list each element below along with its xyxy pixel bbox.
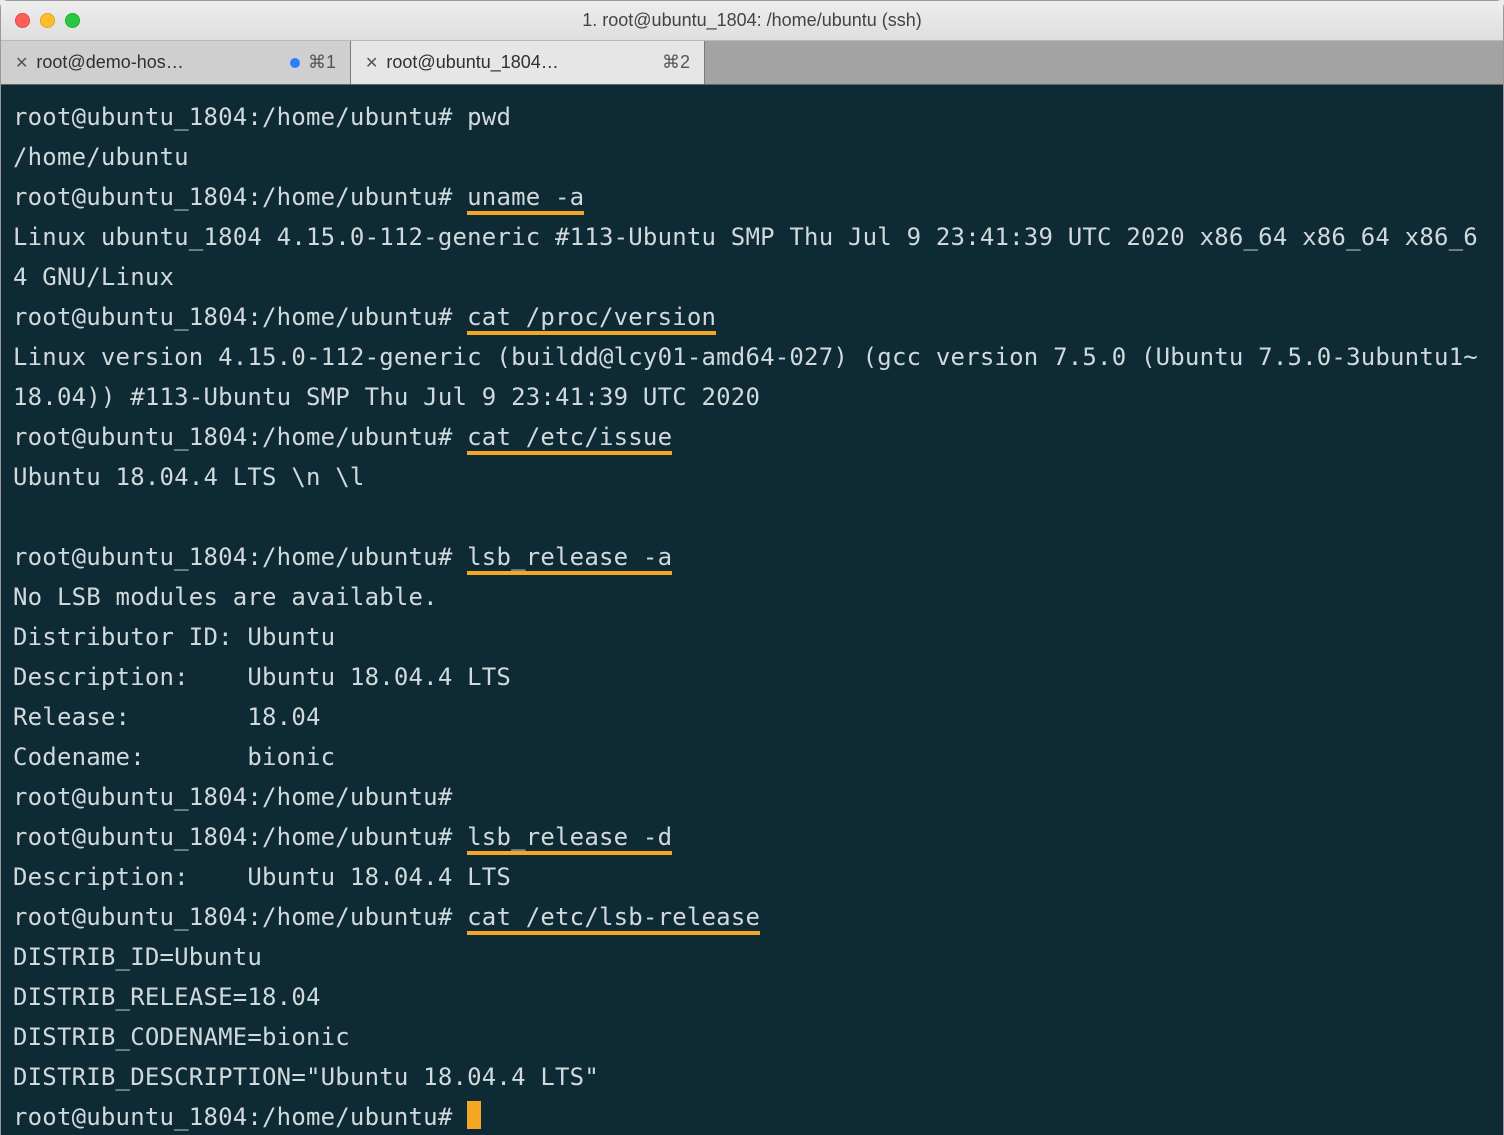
shell-output: DISTRIB_ID=Ubuntu — [13, 937, 1491, 977]
shell-prompt: root@ubuntu_1804:/home/ubuntu# — [13, 103, 467, 131]
terminal-line: root@ubuntu_1804:/home/ubuntu# lsb_relea… — [13, 537, 1491, 577]
shell-output: Distributor ID: Ubuntu — [13, 617, 1491, 657]
terminal-line: root@ubuntu_1804:/home/ubuntu# cat /etc/… — [13, 417, 1491, 457]
shell-output: /home/ubuntu — [13, 137, 1491, 177]
shell-command: uname -a — [467, 183, 584, 215]
minimize-window-icon[interactable] — [40, 13, 55, 28]
shell-output: Description: Ubuntu 18.04.4 LTS — [13, 857, 1491, 897]
shell-prompt: root@ubuntu_1804:/home/ubuntu# — [13, 783, 467, 811]
shell-prompt: root@ubuntu_1804:/home/ubuntu# — [13, 423, 467, 451]
close-tab-icon[interactable]: ✕ — [15, 53, 28, 73]
cursor-icon — [467, 1101, 481, 1129]
terminal-line: root@ubuntu_1804:/home/ubuntu# uname -a — [13, 177, 1491, 217]
zoom-window-icon[interactable] — [65, 13, 80, 28]
tab-session-2[interactable]: ✕ root@ubuntu_1804… ⌘2 — [351, 41, 705, 84]
close-tab-icon[interactable]: ✕ — [365, 53, 378, 73]
terminal-line — [13, 497, 1491, 537]
terminal-line: root@ubuntu_1804:/home/ubuntu# — [13, 1097, 1491, 1135]
shell-output: DISTRIB_DESCRIPTION="Ubuntu 18.04.4 LTS" — [13, 1057, 1491, 1097]
shell-command: cat /etc/lsb-release — [467, 903, 760, 935]
terminal-line: root@ubuntu_1804:/home/ubuntu# cat /proc… — [13, 297, 1491, 337]
activity-dot-icon — [290, 58, 300, 68]
shell-output: Description: Ubuntu 18.04.4 LTS — [13, 657, 1491, 697]
window-titlebar: 1. root@ubuntu_1804: /home/ubuntu (ssh) — [1, 1, 1503, 41]
shell-prompt: root@ubuntu_1804:/home/ubuntu# — [13, 183, 467, 211]
window-title: 1. root@ubuntu_1804: /home/ubuntu (ssh) — [15, 10, 1489, 31]
shell-output: Ubuntu 18.04.4 LTS \n \l — [13, 457, 1491, 497]
tab-hotkey: ⌘2 — [662, 52, 690, 73]
shell-output: Codename: bionic — [13, 737, 1491, 777]
close-window-icon[interactable] — [15, 13, 30, 28]
tab-label: root@demo-hos… — [36, 52, 282, 73]
shell-prompt: root@ubuntu_1804:/home/ubuntu# — [13, 1103, 467, 1131]
shell-output: DISTRIB_RELEASE=18.04 — [13, 977, 1491, 1017]
shell-output: No LSB modules are available. — [13, 577, 1491, 617]
shell-output: Linux version 4.15.0-112-generic (buildd… — [13, 337, 1491, 417]
tab-session-1[interactable]: ✕ root@demo-hos… ⌘1 — [1, 41, 351, 84]
shell-prompt: root@ubuntu_1804:/home/ubuntu# — [13, 903, 467, 931]
shell-prompt: root@ubuntu_1804:/home/ubuntu# — [13, 823, 467, 851]
terminal-line: root@ubuntu_1804:/home/ubuntu# — [13, 777, 1491, 817]
terminal-line: root@ubuntu_1804:/home/ubuntu# cat /etc/… — [13, 897, 1491, 937]
tab-hotkey: ⌘1 — [308, 52, 336, 73]
tab-bar: ✕ root@demo-hos… ⌘1 ✕ root@ubuntu_1804… … — [1, 41, 1503, 85]
traffic-lights — [15, 13, 80, 28]
shell-command: cat /etc/issue — [467, 423, 672, 455]
shell-command: cat /proc/version — [467, 303, 716, 335]
shell-command: pwd — [467, 103, 511, 131]
terminal-line: root@ubuntu_1804:/home/ubuntu# lsb_relea… — [13, 817, 1491, 857]
terminal-line: root@ubuntu_1804:/home/ubuntu# pwd — [13, 97, 1491, 137]
tab-label: root@ubuntu_1804… — [386, 52, 654, 73]
terminal-output[interactable]: root@ubuntu_1804:/home/ubuntu# pwd/home/… — [1, 85, 1503, 1135]
shell-command: lsb_release -a — [467, 543, 672, 575]
shell-prompt: root@ubuntu_1804:/home/ubuntu# — [13, 543, 467, 571]
shell-output: Linux ubuntu_1804 4.15.0-112-generic #11… — [13, 217, 1491, 297]
shell-output: Release: 18.04 — [13, 697, 1491, 737]
shell-output: DISTRIB_CODENAME=bionic — [13, 1017, 1491, 1057]
shell-command: lsb_release -d — [467, 823, 672, 855]
shell-prompt: root@ubuntu_1804:/home/ubuntu# — [13, 303, 467, 331]
